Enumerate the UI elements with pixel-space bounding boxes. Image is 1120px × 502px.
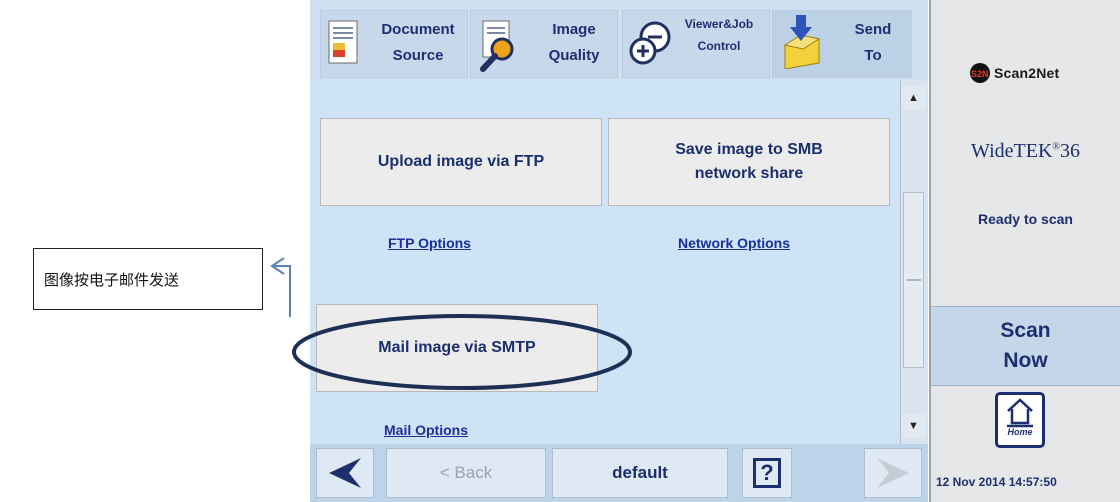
send-to-icon xyxy=(783,15,821,69)
scanner-status: Ready to scan xyxy=(978,211,1073,227)
send-to-panel: Document Source Image Quality Viewer&Job… xyxy=(310,0,928,502)
callout-arrow-line xyxy=(272,265,291,317)
image-quality-icon xyxy=(480,20,514,72)
tab-document-source-line1: Document xyxy=(381,21,455,38)
save-smb-label-line2: network share xyxy=(694,165,804,182)
save-smb-label-line1: Save image to SMB xyxy=(675,141,823,158)
tab-document-source-line2: Source xyxy=(392,47,444,64)
scroll-down-arrow-icon[interactable]: ▼ xyxy=(901,414,926,438)
back-button-label: < Back xyxy=(439,463,493,482)
home-icon xyxy=(1007,398,1033,428)
mail-smtp-label: Mail image via SMTP xyxy=(378,339,536,356)
back-button[interactable]: < Back xyxy=(386,448,546,498)
annotation-text: 图像按电子邮件发送 xyxy=(44,270,180,289)
top-toolbar: Document Source Image Quality Viewer&Job… xyxy=(310,0,928,80)
scrollbar-thumb[interactable] xyxy=(903,192,924,368)
scroll-up-arrow-icon[interactable]: ▲ xyxy=(901,86,926,110)
tab-send-to-line2: To xyxy=(864,47,882,64)
scan-now-line2: Now xyxy=(1003,349,1048,372)
scan2net-logo: S2N Scan2Net xyxy=(969,62,1059,84)
tab-send-to[interactable]: Send To xyxy=(772,10,912,78)
help-button[interactable]: ? xyxy=(742,448,792,498)
profile-default-label: default xyxy=(612,463,668,482)
tab-image-quality-line2: Quality xyxy=(548,47,600,64)
home-label: Home xyxy=(1007,427,1033,437)
help-icon: ? xyxy=(753,458,781,488)
scan2net-logo-icon: S2N xyxy=(970,63,990,83)
tab-send-to-line1: Send xyxy=(854,21,892,38)
upload-ftp-label: Upload image via FTP xyxy=(377,153,545,170)
callout-arrowhead-icon xyxy=(270,257,285,275)
tab-viewer-job-control-line1: Viewer&Job xyxy=(684,17,754,31)
next-arrow-button[interactable] xyxy=(864,448,922,498)
bottom-navigation-bar: < Back default ? xyxy=(310,444,928,502)
back-arrow-button[interactable] xyxy=(316,448,374,498)
send-options-area: Upload image via FTP Save image to SMB n… xyxy=(310,80,900,444)
vertical-scrollbar[interactable]: ▲ ▼ xyxy=(900,80,926,444)
annotation-note: 图像按电子邮件发送 xyxy=(33,248,263,310)
svg-text:S2N: S2N xyxy=(971,69,989,79)
scan-now-button[interactable]: Scan Now xyxy=(931,306,1120,386)
tab-viewer-job-control[interactable]: Viewer&Job Control xyxy=(622,10,770,78)
mail-options-link[interactable]: Mail Options xyxy=(384,422,468,438)
mail-smtp-button[interactable]: Mail image via SMTP xyxy=(316,304,598,392)
document-source-icon xyxy=(328,20,358,64)
tab-document-source[interactable]: Document Source xyxy=(320,10,468,78)
scan-now-line1: Scan xyxy=(1000,319,1051,342)
network-options-link[interactable]: Network Options xyxy=(678,235,790,251)
tab-image-quality-line1: Image xyxy=(552,21,596,38)
model-name-text: WideTEK xyxy=(971,140,1053,162)
tab-viewer-job-control-line2: Control xyxy=(697,39,741,53)
profile-default-button[interactable]: default xyxy=(552,448,728,498)
model-name: WideTEK®36 xyxy=(971,140,1080,162)
date-time: 12 Nov 2014 14:57:50 xyxy=(936,475,1057,489)
home-button[interactable]: Home xyxy=(995,392,1045,448)
next-arrow-icon xyxy=(877,458,909,488)
back-arrow-icon xyxy=(329,458,361,488)
viewer-job-control-icon xyxy=(629,21,671,65)
save-smb-button[interactable]: Save image to SMB network share xyxy=(608,118,890,206)
model-number: 36 xyxy=(1060,140,1080,162)
scrollbar-grip xyxy=(907,279,921,281)
upload-ftp-button[interactable]: Upload image via FTP xyxy=(320,118,602,206)
tab-image-quality[interactable]: Image Quality xyxy=(470,10,618,78)
logo-text: Scan2Net xyxy=(994,65,1060,81)
device-status-panel: S2N Scan2Net WideTEK®36 Ready to scan Sc… xyxy=(929,0,1120,502)
ftp-options-link[interactable]: FTP Options xyxy=(388,235,471,251)
